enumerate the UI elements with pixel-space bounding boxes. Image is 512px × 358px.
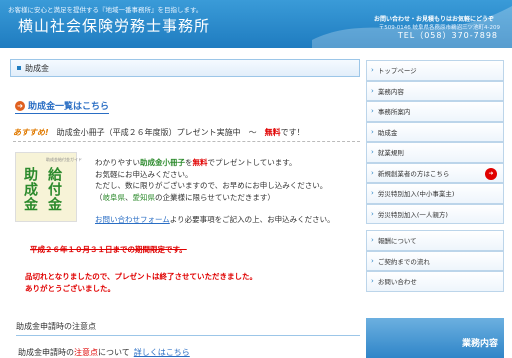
sidebar-item-work-rules[interactable]: › 就業規則 xyxy=(366,142,504,163)
sidebar-item-label: 助成金 xyxy=(377,128,398,137)
sidebar-item-top[interactable]: › トップページ xyxy=(366,60,504,81)
sidebar-item-label: 就業規則 xyxy=(377,149,404,158)
chevron-right-icon: › xyxy=(371,86,374,95)
subsidy-list-link[interactable]: ➜ 助成金一覧はこちら xyxy=(15,99,110,114)
chevron-right-icon: › xyxy=(371,148,374,157)
inquiry-text: より必要事項をご記入の上、お申込みください。 xyxy=(169,215,335,224)
desc-text: わかりやすい xyxy=(95,158,140,167)
arrow-right-icon: ➜ xyxy=(15,100,25,111)
chevron-right-icon: › xyxy=(371,107,374,116)
booklet-title-2: 給付金 xyxy=(46,167,62,212)
region-aichi: 愛知県 xyxy=(132,192,156,202)
sold-out-notice: 品切れとなりましたので、プレゼントは終了させていただきました。 ありがとうござい… xyxy=(25,271,257,295)
sidebar-item-services[interactable]: › 業務内容 xyxy=(366,80,504,101)
subsidy-list-link-label: 助成金一覧はこちら xyxy=(28,102,110,112)
sidebar-item-label: 事務所案内 xyxy=(377,108,411,117)
booklet-image: 助成金給付金ガイド 助成金 給付金 xyxy=(15,152,82,222)
promo-end: です！ xyxy=(280,128,305,137)
sidebar-item-label: お問い合わせ xyxy=(377,278,417,287)
site-header: お客様に安心と満足を提供する『地域一番事務所』を目指します。 横山社会保険労務士… xyxy=(0,0,512,48)
business-banner[interactable]: 業務内容 xyxy=(366,318,504,358)
chevron-right-icon: › xyxy=(371,168,374,177)
recommend-badge: あすすめ! xyxy=(13,128,49,137)
desc-line-3: ただし、数に限りがございますので、お早めにお申し込みください。 xyxy=(95,181,328,190)
desc-text: （ xyxy=(95,192,103,202)
sidebar-item-label: 新規創業者の方はこちら xyxy=(377,169,450,178)
inquiry-form-link[interactable]: お問い合わせフォーム xyxy=(95,215,170,224)
sidebar-item-label: トップページ xyxy=(377,67,417,76)
section-title: 助成金 xyxy=(25,63,49,73)
chevron-right-icon: › xyxy=(371,277,374,286)
chevron-right-icon: › xyxy=(371,66,374,75)
arrow-badge-icon: ➜ xyxy=(485,167,497,180)
booklet-title-1: 助成金 xyxy=(22,167,38,212)
notice-line-1: 品切れとなりましたので、プレゼントは終了させていただきました。 xyxy=(25,272,257,281)
notes-detail-link[interactable]: 詳しくはこちら xyxy=(134,348,190,357)
desc-line-2: お気軽にお申込みください。 xyxy=(95,169,193,179)
notice-line-2: ありがとうございました。 xyxy=(25,284,115,293)
desc-text: 、 xyxy=(125,192,133,202)
sidebar-item-label: 業務内容 xyxy=(377,87,404,96)
promo-free: 無料 xyxy=(264,128,281,137)
sidebar-item-label: ご契約までの流れ xyxy=(377,257,430,266)
promo-line: あすすめ! 助成金小冊子（平成２６年度版）プレゼント実施中 ～ 無料です！ xyxy=(13,127,360,142)
chevron-right-icon: › xyxy=(371,209,374,218)
desc-text: でプレゼントしています。 xyxy=(207,158,297,167)
sidebar-item-label: 労災特別加入(一人親方) xyxy=(377,210,448,219)
chevron-right-icon: › xyxy=(371,127,374,136)
notes-text: について xyxy=(98,348,130,357)
region-gifu: 岐阜県 xyxy=(102,192,126,202)
notes-heading: 助成金申請時の注意点 xyxy=(16,321,360,336)
sidebar-item-office[interactable]: › 事務所案内 xyxy=(366,101,504,122)
business-banner-label: 業務内容 xyxy=(461,339,498,349)
office-name[interactable]: 横山社会保険労務士事務所 xyxy=(18,15,210,36)
notes-line: 助成金申請時の注意点について 詳しくはこちら xyxy=(18,347,190,358)
sidebar-item-contact[interactable]: › お問い合わせ xyxy=(366,271,504,292)
header-tagline: お客様に安心と満足を提供する『地域一番事務所』を目指します。 xyxy=(8,6,203,14)
sidebar-item-fees[interactable]: › 報酬について xyxy=(366,230,504,251)
inquiry-line: お問い合わせフォームより必要事項をご記入の上、お申込みください。 xyxy=(95,214,335,225)
desc-text: を xyxy=(185,158,193,167)
booklet-description: わかりやすい助成金小冊子を無料でプレゼントしています。 お気軽にお申込みください… xyxy=(95,157,327,203)
desc-free: 無料 xyxy=(192,158,208,167)
sidebar-nav: › トップページ › 業務内容 › 事務所案内 › 助成金 › 就業規則 › 新規創業者の方… xyxy=(366,60,504,292)
sidebar-item-label: 労災特別加入(中小事業主) xyxy=(377,190,455,199)
section-title-bar: 助成金 xyxy=(10,59,360,77)
main-content: 助成金 ➜ 助成金一覧はこちら あすすめ! 助成金小冊子（平成２６年度版）プレゼン… xyxy=(10,59,360,358)
chevron-right-icon: › xyxy=(371,189,374,198)
contact-title: お問い合わせ・お見積もりはお気軽にどうぞ xyxy=(373,16,494,23)
sidebar-item-insurance-sme[interactable]: › 労災特別加入(中小事業主) xyxy=(366,183,504,204)
desc-text: の企業様に限らせていただきます） xyxy=(155,192,275,202)
promo-text: 助成金小冊子（平成２６年度版）プレゼント実施中 ～ xyxy=(56,128,265,137)
chevron-right-icon: › xyxy=(371,236,374,245)
deadline-text: 平成２６年１０月３１日までの期間限定です。 xyxy=(30,245,187,254)
desc-booklet: 助成金小冊子 xyxy=(140,158,185,167)
sidebar-item-contract-flow[interactable]: › ご契約までの流れ xyxy=(366,250,504,271)
phone-number: TEL（058）370-7898 xyxy=(397,31,498,40)
bullet-square-icon xyxy=(17,66,21,70)
sidebar-item-subsidy[interactable]: › 助成金 xyxy=(366,121,504,142)
notes-highlight: 注意点 xyxy=(74,348,98,357)
booklet-subtitle: 助成金給付金ガイド xyxy=(46,157,82,162)
notes-text: 助成金申請時の xyxy=(18,348,74,357)
sidebar-item-label: 報酬について xyxy=(377,237,417,246)
chevron-right-icon: › xyxy=(371,256,374,265)
sidebar-item-new-business[interactable]: › 新規創業者の方はこちら ➜ xyxy=(366,162,504,183)
sidebar-item-insurance-solo[interactable]: › 労災特別加入(一人親方) xyxy=(366,203,504,224)
